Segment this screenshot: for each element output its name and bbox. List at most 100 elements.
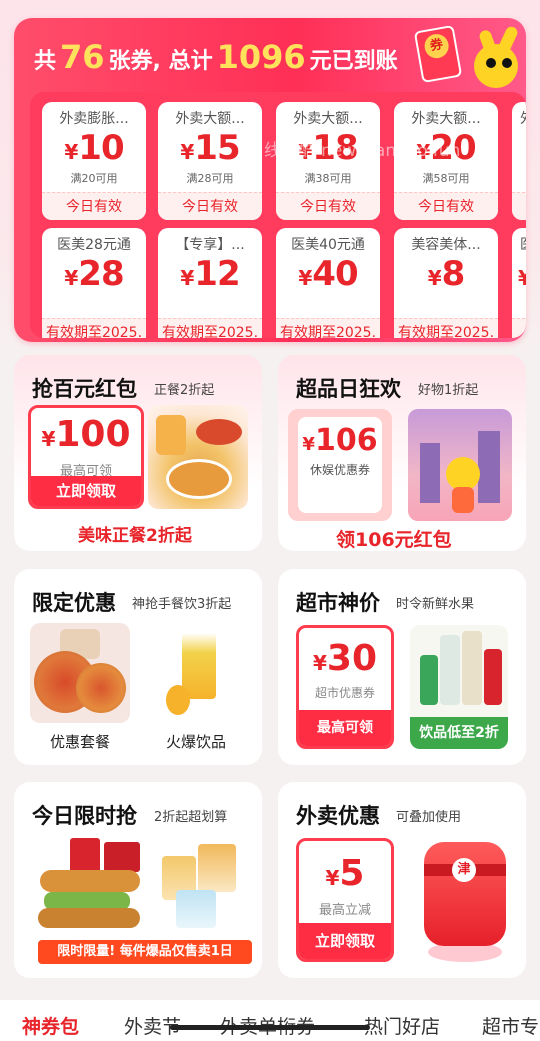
coupon-amount-row: ¥40 (276, 254, 380, 294)
coupon-card[interactable]: 外 (512, 102, 526, 220)
waimai-amount: 5 (339, 853, 365, 894)
coupon-count: 76 (60, 38, 105, 76)
coupon-amount-row: ¥20 (394, 128, 498, 168)
coupon-card[interactable]: 外卖大额... ¥20 满58可用今日有效 (394, 102, 498, 220)
currency-symbol: ¥ (298, 266, 313, 290)
card-market[interactable]: 超市神价 时令新鲜水果 ¥30 超市优惠券 最高可领 饮品低至2折 (278, 569, 526, 765)
card-limited[interactable]: 限定优惠 神抢手餐饮3折起 优惠套餐 火爆饮品 (14, 569, 262, 765)
coupon-card[interactable]: 外卖大额... ¥18 满38可用 今日有效 (276, 102, 380, 220)
coupon-title: 医 (520, 234, 526, 254)
coupon-card[interactable]: 医美28元通 ¥28 有效期至2025. (42, 228, 146, 338)
tab-supermarket[interactable]: 超市专 (482, 1012, 539, 1039)
coupon-validity: 今日有效 (394, 192, 498, 220)
card-subtitle: 时令新鲜水果 (396, 597, 475, 612)
tab-coupon-pack[interactable]: 神券包 (22, 1012, 79, 1039)
currency-symbol: ¥ (298, 140, 313, 164)
hongbao-coupon[interactable]: ¥100 最高可领 立即领取 (28, 405, 144, 509)
coupon-amount: 10 (78, 128, 124, 168)
coupon-card[interactable]: 医¥ (512, 228, 526, 338)
coupon-amount-row: ¥10 (42, 128, 146, 168)
market-label: 超市优惠券 (314, 686, 375, 700)
coupon-validity: 今日有效 (42, 192, 146, 220)
flash-banner: 限时限量! 每件爆品仅售卖1日 (38, 940, 252, 964)
waimai-coupon[interactable]: ¥5 最高立减 立即领取 (296, 838, 394, 962)
card-subtitle: 正餐2折起 (154, 383, 215, 398)
card-carnival[interactable]: 超品日狂欢 好物1折起 ¥106 休娱优惠券 领106元红包 (278, 355, 526, 551)
coupon-validity: 今日有效 (276, 192, 380, 220)
coupon-total: 1096 (216, 38, 306, 76)
coupon-card[interactable]: 医美40元通 ¥40 有效期至2025. (276, 228, 380, 338)
claim-button[interactable]: 立即领取 (31, 476, 141, 506)
coupon-amount-row: ¥ (518, 254, 526, 294)
coupon-title: 外卖大额... (293, 111, 363, 127)
market-amount: 30 (326, 638, 378, 679)
coupon-title: 美容美体... (411, 237, 481, 253)
coupon-amount-row: ¥15 (158, 128, 262, 168)
coupon-condition: 满58可用 (422, 172, 470, 185)
market-coupon[interactable]: ¥30 超市优惠券 最高可领 (296, 625, 394, 749)
coupon-title: 外卖大额... (175, 111, 245, 127)
coupon-amount: 18 (312, 128, 358, 168)
mascot-icon (462, 24, 524, 94)
currency-symbol: ¥ (518, 266, 526, 290)
card-subtitle: 2折起超划算 (154, 810, 228, 825)
coupon-validity: 今日有效 (158, 192, 262, 220)
coupon-card[interactable]: 【专享】... ¥12 有效期至2025. (158, 228, 262, 338)
gift-char: 津 (452, 858, 476, 882)
coupon-validity: 有效期至2025. (158, 318, 262, 338)
currency-symbol: ¥ (325, 866, 340, 890)
carnival-coupon[interactable]: ¥106 休娱优惠券 (288, 409, 392, 521)
coupon-title: 【专享】... (175, 237, 245, 253)
card-title: 超市神价 (296, 591, 380, 615)
currency-symbol: ¥ (64, 140, 79, 164)
coupon-amount: 28 (78, 254, 124, 294)
card-title: 今日限时抢 (32, 804, 137, 828)
currency-symbol: ¥ (180, 140, 195, 164)
carnival-amount: 106 (314, 423, 378, 458)
waimai-label: 最高立减 (318, 903, 371, 918)
coupon-amount: 15 (194, 128, 240, 168)
currency-symbol: ¥ (312, 651, 327, 675)
home-indicator (170, 1025, 370, 1030)
coupon-card[interactable]: 外卖膨胀... ¥10 满20可用 今日有效 (42, 102, 146, 220)
coupon-title: 外 (520, 108, 526, 128)
drink-image[interactable] (146, 623, 246, 723)
card-hongbao[interactable]: 抢百元红包 正餐2折起 ¥100 最高可领 立即领取 美味正餐2折起 (14, 355, 262, 551)
banner-prefix: 共 (34, 49, 57, 74)
drinks-image[interactable]: 饮品低至2折 (410, 625, 508, 749)
coupon-card[interactable]: 外卖大额... ¥15 满28可用 今日有效 (158, 102, 262, 220)
card-title: 限定优惠 (32, 591, 116, 615)
coupon-validity: 有效期至2025. (276, 318, 380, 338)
coupon-title: 医美28元通 (57, 237, 131, 253)
food-image (148, 405, 248, 509)
currency-symbol: ¥ (180, 266, 195, 290)
kfc-image[interactable] (34, 834, 146, 934)
coupon-banner: 共 76 张券, 总计 1096 元已到账 券 外卖膨胀... ¥10 满20可用今… (14, 18, 526, 342)
envelope-icon: 券 (413, 24, 463, 84)
coupon-card[interactable]: 美容美体... ¥8 有效期至2025. (394, 228, 498, 338)
coupon-title: 外卖膨胀... (59, 111, 129, 127)
market-claim-button[interactable]: 最高可领 (299, 710, 391, 746)
coupon-amount-row: ¥12 (158, 254, 262, 294)
coupon-amount-row: ¥28 (42, 254, 146, 294)
currency-symbol: ¥ (64, 266, 79, 290)
drinks-badge: 饮品低至2折 (410, 717, 508, 749)
card-waimai[interactable]: 外卖优惠 可叠加使用 ¥5 最高立减 立即领取 津 (278, 782, 526, 978)
currency-symbol: ¥ (302, 434, 315, 455)
combo-image[interactable] (30, 623, 130, 723)
coupon-amount: 12 (194, 254, 240, 294)
card-flash[interactable]: 今日限时抢 2折起超划算 限时限量! 每件爆品仅售卖1日 (14, 782, 262, 978)
coupon-amount: 20 (430, 128, 476, 168)
drink-label: 火爆饮品 (165, 733, 226, 751)
cups-image[interactable] (148, 834, 252, 934)
coupon-condition: 满28可用 (186, 172, 234, 185)
carnival-image (408, 409, 512, 521)
coupon-title: 外卖大额... (411, 111, 481, 127)
carnival-caption: 领106元红包 (336, 529, 452, 551)
currency-symbol: ¥ (41, 427, 56, 451)
tab-hot-shops[interactable]: 热门好店 (364, 1012, 440, 1039)
coupon-validity (512, 192, 526, 220)
waimai-claim-button[interactable]: 立即领取 (299, 923, 391, 959)
coupon-validity (512, 318, 526, 338)
hongbao-amount: 100 (55, 414, 131, 455)
